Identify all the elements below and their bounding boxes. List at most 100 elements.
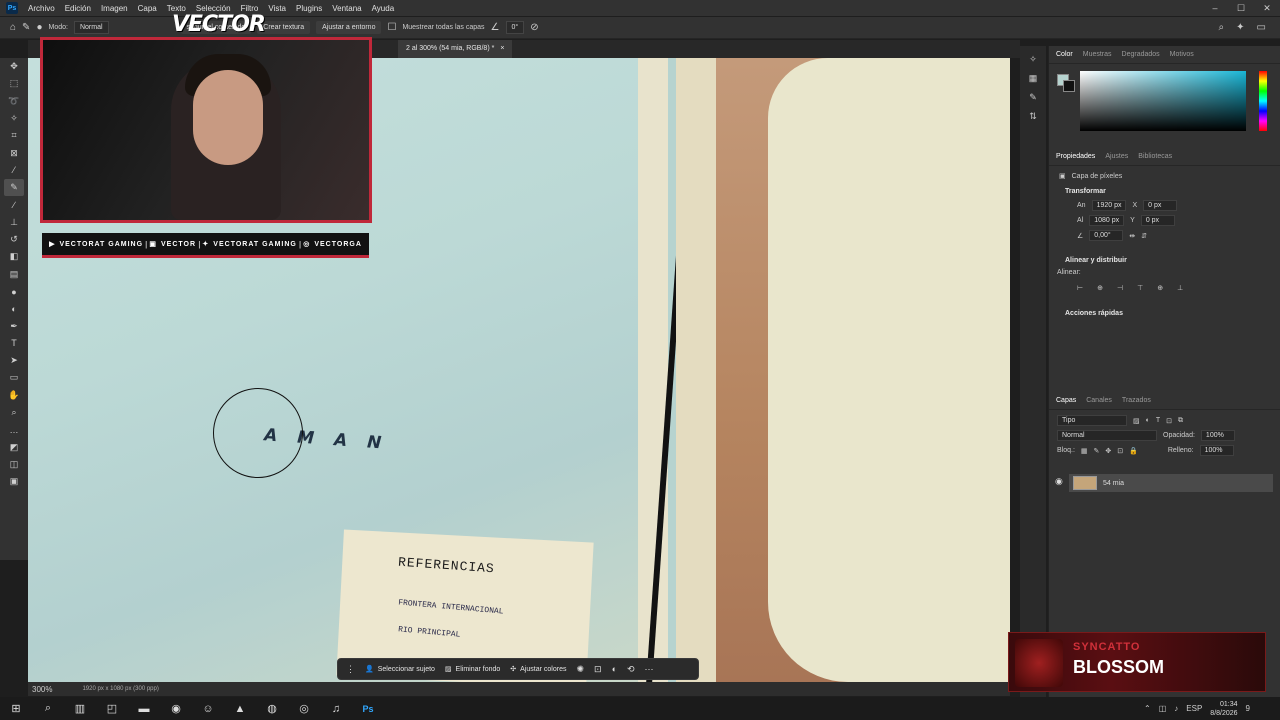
remove-background-button[interactable]: ▨ Eliminar fondo — [445, 665, 500, 674]
width-input[interactable]: 1920 px — [1091, 200, 1127, 211]
hand-tool-icon[interactable]: ✋ — [4, 387, 24, 404]
search-icon[interactable]: ⌕ — [32, 702, 64, 715]
search-icon[interactable]: ⌕ — [1219, 22, 1225, 33]
lock-position-icon[interactable]: ✥ — [1105, 447, 1111, 455]
crop-tool-icon[interactable]: ⌗ — [4, 127, 24, 144]
lock-transparent-icon[interactable]: ▦ — [1081, 447, 1088, 455]
clock[interactable]: 01:34 8/8/2026 — [1210, 700, 1237, 718]
screen-mode-icon[interactable]: ▣ — [4, 473, 24, 490]
filter-adjust-icon[interactable]: ◐ — [1146, 417, 1150, 424]
history-brush-tool-icon[interactable]: ↺ — [4, 231, 24, 248]
layer-filter-select[interactable]: Tipo — [1057, 415, 1127, 426]
marquee-tool-icon[interactable]: ⬚ — [4, 75, 24, 92]
filter-shape-icon[interactable]: ⊡ — [1166, 417, 1172, 425]
link-icon[interactable]: ⟲ — [627, 664, 635, 675]
clone-stamp-tool-icon[interactable]: ⊥ — [4, 214, 24, 231]
tab-channels[interactable]: Canales — [1086, 397, 1112, 404]
filter-smart-icon[interactable]: ⧉ — [1178, 417, 1183, 425]
align-center-v-icon[interactable]: ⊕ — [1157, 284, 1163, 292]
more-tools-icon[interactable]: … — [4, 421, 24, 438]
visibility-eye-icon[interactable]: ◉ — [1055, 476, 1063, 487]
windows-start-icon[interactable]: ⊞ — [0, 702, 32, 715]
menu-capa[interactable]: Capa — [133, 4, 162, 13]
zoom-level[interactable]: 300% — [32, 685, 52, 694]
photoshop-taskbar-icon[interactable]: Ps — [352, 704, 384, 714]
drag-handle-icon[interactable]: ⋮ — [346, 664, 355, 675]
auto-adjust-icon[interactable]: ✺ — [576, 664, 584, 675]
lock-artboard-icon[interactable]: ⊡ — [1117, 447, 1123, 455]
angle-input[interactable]: 0,00° — [1089, 230, 1124, 241]
quick-actions-title[interactable]: Acciones rápidas — [1049, 304, 1280, 320]
tab-paths[interactable]: Trazados — [1122, 397, 1151, 404]
transform-section-title[interactable]: Transformar — [1049, 182, 1280, 198]
create-texture-button[interactable]: Crear textura — [257, 21, 311, 34]
tab-properties[interactable]: Propiedades — [1056, 153, 1095, 160]
eyedropper-tool-icon[interactable]: ⁄ — [4, 162, 24, 179]
steam-icon[interactable]: ◉ — [160, 702, 192, 715]
shape-tool-icon[interactable]: ▭ — [4, 369, 24, 386]
pressure-icon[interactable]: ⊘ — [530, 22, 538, 33]
angle-input[interactable]: 0° — [505, 21, 525, 34]
menu-archivo[interactable]: Archivo — [23, 4, 60, 13]
healing-brush-icon[interactable]: ✎ — [22, 22, 30, 33]
y-input[interactable]: 0 px — [1140, 215, 1175, 226]
tab-layers[interactable]: Capas — [1056, 397, 1076, 404]
x-input[interactable]: 0 px — [1143, 200, 1178, 211]
type-tool-icon[interactable]: T — [4, 335, 24, 352]
learn-panel-icon[interactable]: ▦ — [1020, 73, 1046, 84]
dodge-tool-icon[interactable]: ◐ — [4, 300, 24, 317]
lock-all-icon[interactable]: 🔒 — [1129, 447, 1138, 455]
pen-tool-icon[interactable]: ✒ — [4, 317, 24, 334]
close-icon[interactable]: ✕ — [1254, 0, 1280, 16]
file-explorer-icon[interactable]: ▬ — [128, 703, 160, 715]
discover-icon[interactable]: ✦ — [1236, 22, 1244, 33]
align-center-h-icon[interactable]: ⊕ — [1097, 284, 1103, 292]
blur-tool-icon[interactable]: ● — [4, 283, 24, 300]
menu-ventana[interactable]: Ventana — [327, 4, 366, 13]
height-input[interactable]: 1080 px — [1089, 215, 1125, 226]
language-indicator[interactable]: ESP — [1186, 704, 1202, 713]
discover-panel-icon[interactable]: ✧ — [1020, 54, 1046, 65]
more-options-icon[interactable]: ⋯ — [645, 664, 654, 675]
volume-icon[interactable]: ♪ — [1174, 704, 1178, 713]
tab-adjustments[interactable]: Ajustes — [1105, 153, 1128, 160]
filter-pixel-icon[interactable]: ▨ — [1133, 417, 1140, 425]
blend-mode-select[interactable]: Normal — [1057, 430, 1157, 441]
chrome-icon[interactable]: ◎ — [288, 702, 320, 715]
eraser-tool-icon[interactable]: ◧ — [4, 248, 24, 265]
quick-select-tool-icon[interactable]: ✧ — [4, 110, 24, 127]
hue-slider[interactable] — [1259, 71, 1267, 131]
spotify-icon[interactable]: ♫ — [320, 703, 352, 715]
adjustments-panel-icon[interactable]: ⇅ — [1020, 111, 1046, 122]
workspace-icon[interactable]: ▭ — [1257, 22, 1266, 33]
align-top-icon[interactable]: ⊤ — [1137, 284, 1143, 292]
menu-imagen[interactable]: Imagen — [96, 4, 133, 13]
select-subject-button[interactable]: 👤 Seleccionar sujeto — [365, 665, 435, 674]
contrast-icon[interactable]: ◐ — [612, 664, 617, 674]
document-tab[interactable]: 2 al 300% (54 mia, RGB/8) * × — [398, 40, 513, 58]
menu-vista[interactable]: Vista — [263, 4, 291, 13]
tab-color[interactable]: Color — [1056, 51, 1073, 58]
tab-libraries[interactable]: Bibliotecas — [1138, 153, 1172, 160]
lock-pixels-icon[interactable]: ✎ — [1094, 447, 1100, 455]
sample-all-checkbox[interactable]: ☐ — [387, 22, 396, 33]
move-tool-icon[interactable]: ✥ — [4, 58, 24, 75]
quick-mask-icon[interactable]: ◫ — [4, 456, 24, 473]
notification-badge[interactable]: 9 — [1246, 704, 1250, 713]
app-icon[interactable]: ◰ — [96, 702, 128, 715]
tab-swatches[interactable]: Muestras — [1083, 51, 1112, 58]
filter-type-icon[interactable]: T — [1156, 417, 1160, 424]
transform-icon[interactable]: ⊡ — [594, 664, 602, 675]
brush-tool-icon[interactable]: ∕ — [4, 196, 24, 213]
zoom-tool-icon[interactable]: ⌕ — [4, 404, 24, 421]
obs-icon[interactable]: ◍ — [256, 702, 288, 715]
layer-row[interactable]: 54 mia — [1069, 474, 1273, 492]
frame-tool-icon[interactable]: ⊠ — [4, 144, 24, 161]
align-section-title[interactable]: Alinear y distribuir — [1049, 251, 1280, 267]
color-swatches-icon[interactable]: ◩ — [4, 439, 24, 456]
adjust-colors-button[interactable]: ✣ Ajustar colores — [510, 665, 566, 674]
network-icon[interactable]: ◫ — [1159, 704, 1167, 713]
mode-select[interactable]: Normal — [73, 21, 109, 34]
minimize-icon[interactable]: – — [1202, 0, 1228, 16]
home-icon[interactable]: ⌂ — [10, 22, 16, 33]
